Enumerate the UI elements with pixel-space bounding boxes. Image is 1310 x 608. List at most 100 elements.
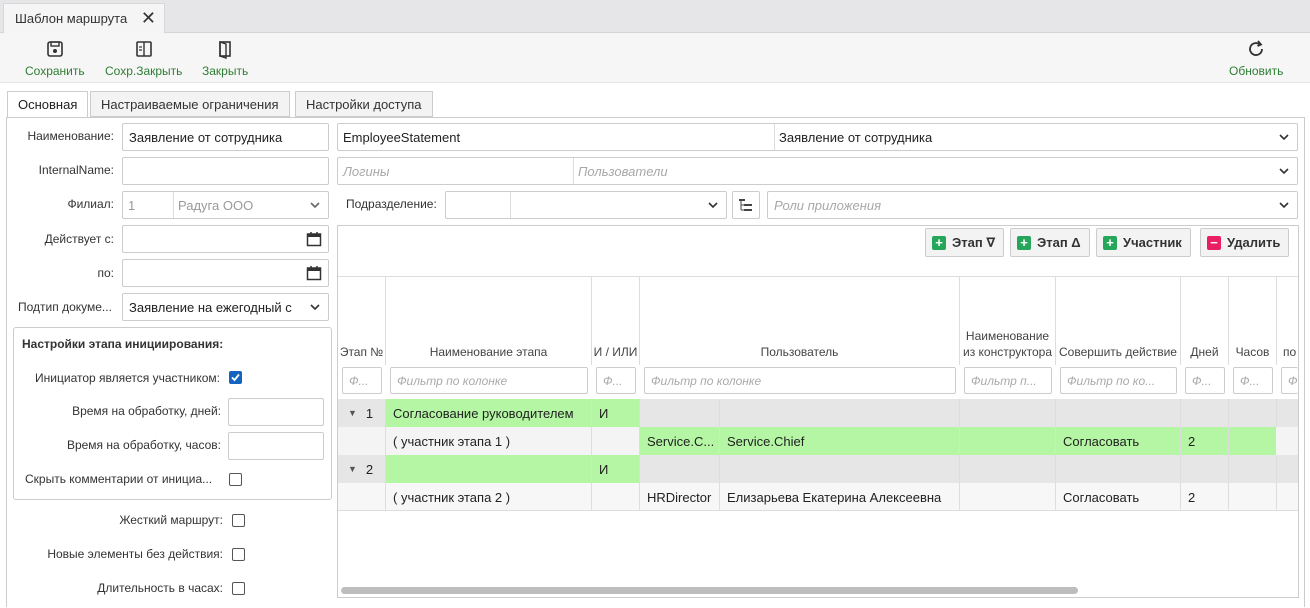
filter-stage-name[interactable]: Фильтр по колонке: [390, 367, 588, 394]
tab-main[interactable]: Основная: [7, 91, 88, 118]
chevron-down-icon[interactable]: [706, 198, 720, 212]
document-tab-title: Шаблон маршрута: [15, 11, 127, 26]
collapse-icon[interactable]: ▼: [348, 464, 357, 474]
filter-and-or[interactable]: Ф...: [596, 367, 636, 394]
plus-icon: +: [1103, 236, 1117, 250]
user-cell: Service.Chief: [720, 427, 960, 455]
table-row-stage-2[interactable]: ▼ 2 И: [338, 455, 1298, 483]
delete-button[interactable]: − Удалить: [1200, 228, 1289, 257]
horizontal-scrollbar[interactable]: [341, 587, 1078, 594]
branch-id: 1: [128, 198, 135, 213]
save-icon: [45, 39, 65, 59]
filter-constructor-name[interactable]: Фильтр п...: [964, 367, 1052, 394]
tree-icon: [738, 197, 754, 213]
plus-icon: +: [1017, 236, 1031, 250]
doc-subtype-value: Заявление на ежегодный с: [129, 300, 292, 315]
stage-name-cell: Согласование руководителем: [386, 399, 592, 427]
hide-comments-checkbox[interactable]: [229, 473, 242, 486]
toolbar: Сохранить Сохр.Закрыть Закрыть Обновить: [0, 33, 1310, 83]
valid-from-input[interactable]: [122, 225, 329, 253]
document-tab-strip: Шаблон маршрута ✕: [0, 0, 1310, 33]
init-stage-title: Настройки этапа инициирования:: [22, 337, 223, 351]
col-header-and-or[interactable]: И / ИЛИ: [592, 277, 640, 365]
close-icon[interactable]: ✕: [141, 9, 156, 27]
filter-more[interactable]: Ф: [1281, 367, 1298, 394]
chevron-down-icon[interactable]: [308, 198, 322, 212]
filter-hours[interactable]: Ф...: [1233, 367, 1273, 394]
participant-name-cell: ( участник этапа 1 ): [386, 427, 592, 455]
calendar-icon[interactable]: [306, 265, 322, 281]
col-header-stage-num[interactable]: Этап №: [338, 277, 386, 365]
logins-placeholder: Логины: [343, 164, 390, 179]
internal-name-label: InternalName:: [39, 163, 114, 177]
chevron-down-icon[interactable]: [1277, 164, 1291, 178]
new-no-action-checkbox[interactable]: [232, 548, 245, 561]
branch-select[interactable]: 1 Радуга ООО: [122, 191, 329, 219]
calendar-icon[interactable]: [306, 231, 322, 247]
save-button[interactable]: Сохранить: [25, 39, 85, 78]
participant-name-cell: ( участник этапа 2 ): [386, 483, 592, 511]
hide-comments-label: Скрыть комментарии от инициа...: [25, 472, 212, 486]
tab-access-settings[interactable]: Настройки доступа: [295, 91, 433, 117]
col-header-action[interactable]: Совершить действие: [1056, 277, 1181, 365]
stage-name-cell: [386, 455, 592, 483]
app-roles-placeholder: Роли приложения: [774, 198, 881, 213]
close-button[interactable]: Закрыть: [202, 39, 248, 78]
document-tab[interactable]: Шаблон маршрута ✕: [3, 3, 165, 33]
valid-from-label: Действует с:: [45, 232, 114, 246]
table-row-participant-1[interactable]: ( участник этапа 1 ) Service.C... Servic…: [338, 427, 1298, 455]
col-header-user[interactable]: Пользователь: [640, 277, 960, 365]
col-header-constructor-name[interactable]: Наименование из конструктора: [960, 277, 1056, 365]
chevron-down-icon[interactable]: [308, 300, 322, 314]
refresh-button[interactable]: Обновить: [1229, 39, 1283, 78]
col-header-days[interactable]: Дней: [1181, 277, 1229, 365]
name-input[interactable]: Заявление от сотрудника: [122, 123, 329, 151]
chevron-down-icon[interactable]: [1277, 130, 1291, 144]
check-icon: [230, 372, 241, 383]
processing-days-input[interactable]: [228, 398, 324, 426]
name-en-value: EmployeeStatement: [343, 130, 460, 145]
stage-num-cell: ▼ 2: [338, 455, 386, 483]
col-header-stage-name[interactable]: Наименование этапа: [386, 277, 592, 365]
name-select-value: Заявление от сотрудника: [779, 130, 932, 145]
action-cell: Согласовать: [1056, 483, 1181, 511]
duration-hours-label: Длительность в часах:: [97, 581, 223, 595]
add-participant-button[interactable]: + Участник: [1096, 228, 1191, 257]
stage-down-button[interactable]: + Этап ∇: [925, 228, 1004, 257]
app-roles-select[interactable]: Роли приложения: [767, 191, 1298, 219]
internal-name-input[interactable]: [122, 157, 329, 185]
processing-hours-input[interactable]: [228, 432, 324, 460]
strict-route-checkbox[interactable]: [232, 514, 245, 527]
filter-stage-num[interactable]: Ф...: [342, 367, 382, 394]
filter-action[interactable]: Фильтр по ко...: [1060, 367, 1177, 394]
name-extra-field[interactable]: EmployeeStatement Заявление от сотрудник…: [337, 123, 1298, 151]
col-header-more[interactable]: по: [1277, 277, 1298, 365]
initiator-participant-label: Инициатор является участником:: [35, 371, 220, 385]
division-tree-button[interactable]: [732, 191, 760, 219]
table-row-participant-2[interactable]: ( участник этапа 2 ) HRDirector Елизарье…: [338, 483, 1298, 511]
collapse-icon[interactable]: ▼: [348, 408, 357, 418]
chevron-down-icon[interactable]: [1277, 198, 1291, 212]
tab-custom-restrictions[interactable]: Настраиваемые ограничения: [90, 91, 290, 117]
logins-users-field[interactable]: Логины Пользователи: [337, 157, 1298, 185]
valid-to-input[interactable]: [122, 259, 329, 287]
division-select[interactable]: [445, 191, 727, 219]
days-cell: 2: [1181, 427, 1229, 455]
login-cell: HRDirector: [640, 483, 720, 511]
branch-name: Радуга ООО: [178, 198, 253, 213]
table-row-stage-1[interactable]: ▼ 1 Согласование руководителем И: [338, 399, 1298, 427]
doc-subtype-select[interactable]: Заявление на ежегодный с: [122, 293, 329, 321]
col-header-hours[interactable]: Часов: [1229, 277, 1277, 365]
doc-subtype-label: Подтип докуме...: [18, 300, 112, 314]
initiator-participant-checkbox[interactable]: [229, 371, 242, 384]
save-close-button[interactable]: Сохр.Закрыть: [105, 39, 182, 78]
duration-hours-checkbox[interactable]: [232, 582, 245, 595]
strict-route-label: Жесткий маршрут:: [119, 513, 223, 527]
and-or-cell: И: [592, 455, 640, 483]
user-cell: Елизарьева Екатерина Алексеевна: [720, 483, 960, 511]
stage-up-button[interactable]: + Этап Δ: [1010, 228, 1090, 257]
filter-user[interactable]: Фильтр по колонке: [644, 367, 956, 394]
processing-days-label: Время на обработку, дней:: [72, 404, 221, 418]
filter-days[interactable]: Ф...: [1185, 367, 1225, 394]
and-or-cell: И: [592, 399, 640, 427]
